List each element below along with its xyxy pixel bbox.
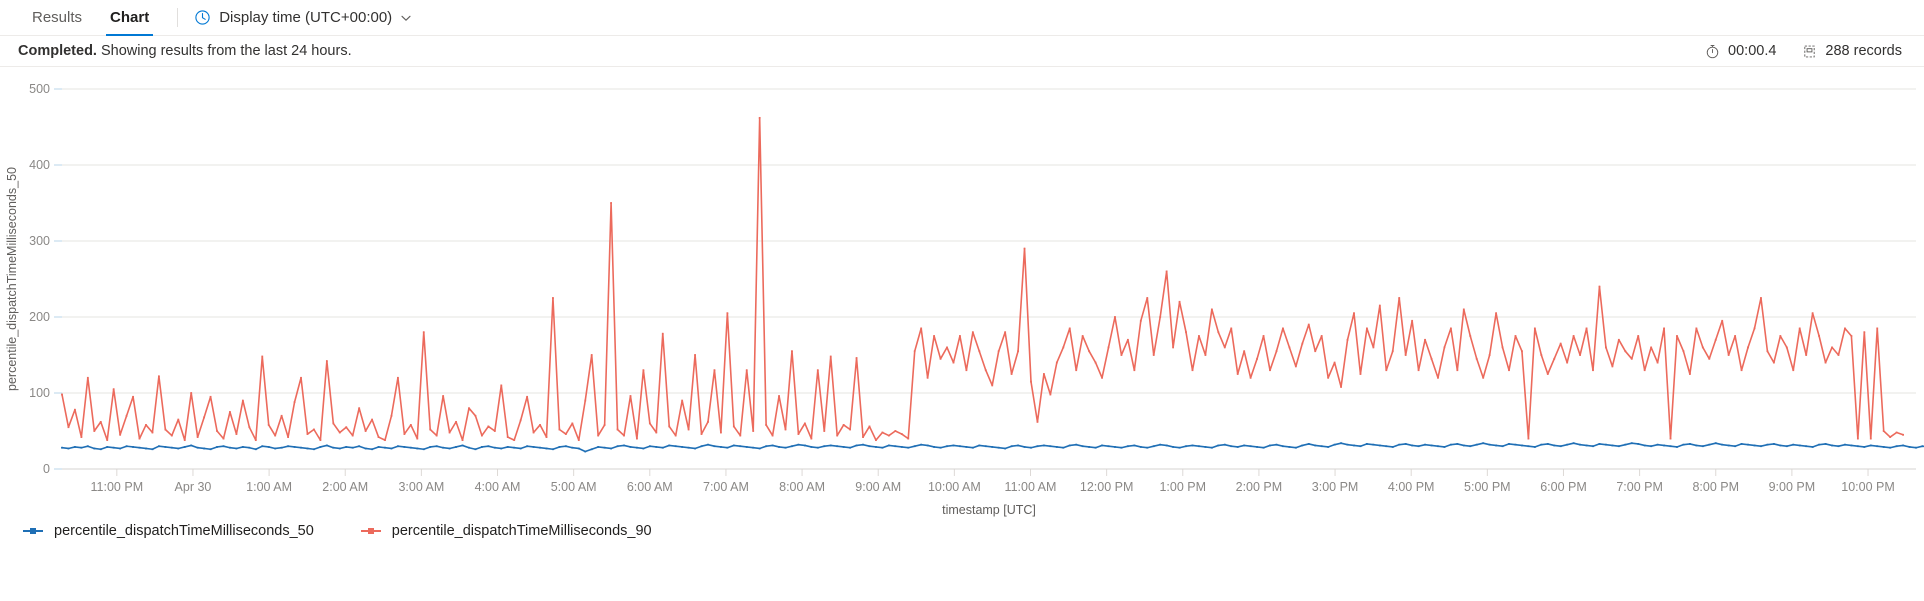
y-tick-label: 200 [29,310,50,324]
legend-item-p50[interactable]: percentile_dispatchTimeMilliseconds_50 [22,523,314,539]
x-tick-label: 4:00 PM [1388,480,1435,494]
x-tick-label: Apr 30 [175,480,212,494]
view-tab-bar: Results Chart Display time (UTC+00:00) [0,0,1924,36]
toolbar-divider [177,8,179,27]
display-time-dropdown[interactable]: Display time (UTC+00:00) [188,0,418,35]
x-tick-label: 10:00 PM [1841,480,1895,494]
y-tick-label: 500 [29,82,50,96]
legend-marker-p50 [23,528,43,534]
y-axis-title: percentile_dispatchTimeMilliseconds_50 [5,167,19,391]
series-points-p50 [61,442,1924,453]
x-axis-title: timestamp [UTC] [942,503,1036,517]
query-status-bar: Completed. Showing results from the last… [0,36,1924,67]
line-chart[interactable]: 11:00 PM Apr 30 1:00 AM 2:00 AM 3:00 AM 4:00 … [0,67,1924,547]
x-tick-label: 11:00 AM [1005,480,1057,494]
clock-icon [194,9,211,26]
status-metrics: 00:00.4 288 records [1705,43,1902,59]
legend-label-p50: percentile_dispatchTimeMilliseconds_50 [54,523,314,539]
x-tick-label: 7:00 AM [703,480,749,494]
x-tick-label: 8:00 PM [1692,480,1739,494]
x-tick-label: 2:00 PM [1236,480,1283,494]
chart-container: 11:00 PM Apr 30 1:00 AM 2:00 AM 3:00 AM 4:00 … [0,67,1924,547]
chevron-down-icon [400,12,412,24]
x-tick-label: 4:00 AM [475,480,521,494]
chart-legend: percentile_dispatchTimeMilliseconds_50 p… [0,523,652,539]
status-message: Completed. Showing results from the last… [18,43,352,59]
y-tick-label: 100 [29,386,50,400]
x-tick-label: 3:00 AM [398,480,444,494]
x-tick-label: 6:00 PM [1540,480,1587,494]
x-tick-label: 12:00 PM [1080,480,1134,494]
stopwatch-icon [1705,44,1720,59]
y-tick-label: 400 [29,158,50,172]
x-tick-label: 8:00 AM [779,480,825,494]
x-tick-label: 5:00 PM [1464,480,1511,494]
tab-results-label: Results [32,9,83,26]
display-time-label: Display time (UTC+00:00) [219,9,393,26]
x-tick-label: 11:00 PM [91,480,144,494]
series-lines [61,116,1924,453]
query-duration: 00:00.4 [1705,43,1776,59]
x-tick-label: 9:00 AM [855,480,901,494]
x-tick-label: 9:00 PM [1769,480,1816,494]
status-detail: Showing results from the last 24 hours. [100,43,352,59]
status-state: Completed. [18,43,97,59]
x-tick-label: 7:00 PM [1616,480,1663,494]
record-count-label: 288 records [1825,43,1902,59]
x-tick-label: 1:00 AM [246,480,292,494]
x-tick-label: 1:00 PM [1159,480,1206,494]
x-tick-label: 6:00 AM [627,480,673,494]
legend-label-p90: percentile_dispatchTimeMilliseconds_90 [391,523,652,539]
y-tick-label: 0 [43,462,50,476]
series-line-p90[interactable] [61,117,1904,441]
x-tick-label: 5:00 AM [551,480,597,494]
x-tick-label: 3:00 PM [1312,480,1359,494]
legend-item-p90[interactable]: percentile_dispatchTimeMilliseconds_90 [360,523,652,539]
record-count: 288 records [1802,43,1902,59]
series-points-p90 [61,116,1904,442]
y-axis-ticks: 0 100 200 300 400 500 [29,82,50,476]
records-icon [1802,44,1817,59]
query-duration-label: 00:00.4 [1728,43,1777,59]
x-axis-ticks: 11:00 PM Apr 30 1:00 AM 2:00 AM 3:00 AM 4:00 … [91,480,1895,494]
x-tick-label: 2:00 AM [322,480,368,494]
legend-marker-p90 [360,528,381,534]
x-tick-label: 10:00 AM [928,480,981,494]
tab-chart[interactable]: Chart [96,0,163,36]
tab-results[interactable]: Results [18,0,96,35]
y-tick-label: 300 [29,234,50,248]
tab-chart-label: Chart [110,9,150,26]
